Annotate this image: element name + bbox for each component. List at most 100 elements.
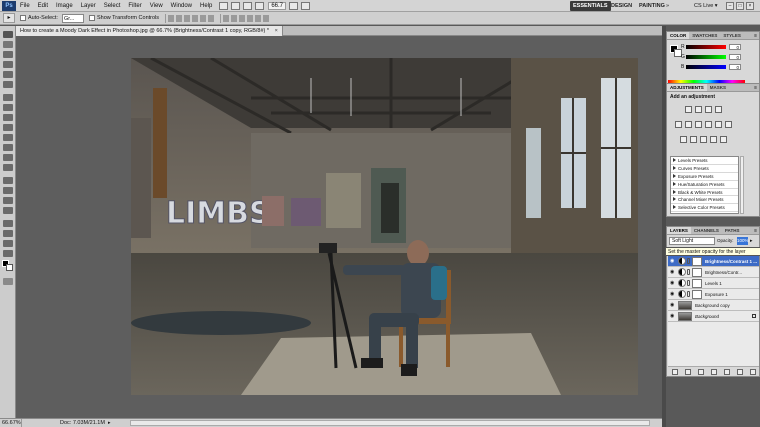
- 3d-orbit-tool-icon[interactable]: [3, 230, 13, 237]
- new-layer-icon[interactable]: [736, 368, 743, 375]
- layer-row-background[interactable]: ◉ Background: [668, 311, 759, 322]
- layer-row-levels-1[interactable]: ◉ Levels 1: [668, 278, 759, 289]
- close-document-icon[interactable]: ×: [275, 28, 278, 34]
- menu-window[interactable]: Window: [167, 0, 196, 12]
- menu-edit[interactable]: Edit: [34, 0, 52, 12]
- panel-menu-icon[interactable]: ≡: [754, 32, 759, 39]
- path-selection-tool-icon[interactable]: [3, 197, 13, 204]
- mask-link-icon[interactable]: [687, 258, 690, 264]
- presets-scrollbar[interactable]: [740, 156, 744, 214]
- zoom-level-dropdown[interactable]: 66.7: [268, 1, 287, 10]
- history-brush-tool-icon[interactable]: [3, 124, 13, 131]
- preset-selective-color[interactable]: Selective Color Presets: [671, 204, 738, 213]
- blue-slider[interactable]: [686, 65, 726, 69]
- align-hcenter-icon[interactable]: [200, 14, 207, 22]
- visibility-eye-icon[interactable]: ◉: [670, 269, 676, 275]
- tab-paths[interactable]: PATHS: [722, 227, 743, 234]
- threshold-icon[interactable]: [700, 136, 707, 143]
- mask-link-icon[interactable]: [687, 291, 690, 297]
- canvas-area[interactable]: LIMBS: [16, 36, 662, 418]
- auto-select-dropdown[interactable]: Gr...: [61, 13, 84, 23]
- selective-color-icon[interactable]: [720, 136, 727, 143]
- levels-icon[interactable]: [695, 106, 702, 113]
- green-slider[interactable]: [686, 55, 726, 59]
- horizontal-scrollbar[interactable]: [130, 420, 650, 426]
- tab-channels[interactable]: CHANNELS: [691, 227, 722, 234]
- blur-tool-icon[interactable]: [3, 154, 13, 161]
- close-window-button[interactable]: ×: [746, 2, 754, 10]
- arrange-documents-icon[interactable]: [289, 1, 299, 10]
- hue-saturation-icon[interactable]: [685, 121, 692, 128]
- layer-mask-thumbnail[interactable]: [692, 278, 702, 288]
- blend-mode-dropdown[interactable]: Soft Light: [669, 237, 715, 245]
- background-color-swatch[interactable]: [6, 264, 13, 271]
- distribute-vcenter-icon[interactable]: [231, 14, 238, 22]
- eraser-tool-icon[interactable]: [3, 134, 13, 141]
- shape-tool-icon[interactable]: [3, 207, 13, 214]
- document-tab[interactable]: How to create a Moody Dark Effect in Pho…: [16, 26, 283, 36]
- align-left-icon[interactable]: [192, 14, 199, 22]
- menu-select[interactable]: Select: [100, 0, 125, 12]
- align-right-icon[interactable]: [208, 14, 215, 22]
- clone-stamp-tool-icon[interactable]: [3, 114, 13, 121]
- mini-bridge-icon[interactable]: [231, 1, 241, 10]
- zoom-tool-icon[interactable]: [255, 1, 265, 10]
- visibility-eye-icon[interactable]: ◉: [670, 280, 676, 286]
- menu-layer[interactable]: Layer: [77, 0, 100, 12]
- distribute-hcenter-icon[interactable]: [255, 14, 262, 22]
- workspace-design[interactable]: DESIGN: [608, 1, 635, 11]
- visibility-eye-icon[interactable]: ◉: [670, 258, 676, 264]
- red-slider[interactable]: [686, 45, 726, 49]
- gradient-map-icon[interactable]: [710, 136, 717, 143]
- preset-levels[interactable]: Levels Presets: [671, 157, 738, 165]
- crop-tool-icon[interactable]: [3, 71, 13, 78]
- mask-link-icon[interactable]: [687, 269, 690, 275]
- move-tool-preset-icon[interactable]: ▸: [3, 13, 15, 23]
- posterize-icon[interactable]: [690, 136, 697, 143]
- preset-black-white[interactable]: Black & White Presets: [671, 189, 738, 197]
- panel-menu-icon[interactable]: ≡: [754, 227, 759, 234]
- distribute-left-icon[interactable]: [247, 14, 254, 22]
- zoom-tool-icon[interactable]: [3, 250, 13, 257]
- lasso-tool-icon[interactable]: [3, 51, 13, 58]
- healing-brush-tool-icon[interactable]: [3, 94, 13, 101]
- distribute-top-icon[interactable]: [223, 14, 230, 22]
- brush-tool-icon[interactable]: [3, 104, 13, 111]
- tab-color[interactable]: COLOR: [667, 32, 690, 39]
- opacity-slider-arrow-icon[interactable]: ▸: [750, 237, 753, 245]
- tab-masks[interactable]: MASKS: [707, 84, 729, 91]
- black-white-icon[interactable]: [705, 121, 712, 128]
- visibility-eye-icon[interactable]: ◉: [670, 313, 676, 319]
- visibility-eye-icon[interactable]: ◉: [670, 302, 676, 308]
- status-menu-arrow-icon[interactable]: ▸: [108, 419, 111, 427]
- gradient-tool-icon[interactable]: [3, 144, 13, 151]
- add-mask-icon[interactable]: [697, 368, 704, 375]
- preset-channel-mixer[interactable]: Channel Mixer Presets: [671, 196, 738, 205]
- trash-icon[interactable]: [749, 368, 756, 375]
- move-tool-icon[interactable]: [3, 31, 13, 38]
- menu-file[interactable]: File: [16, 0, 34, 12]
- layer-mask-thumbnail[interactable]: [692, 256, 702, 266]
- pen-tool-icon[interactable]: [3, 177, 13, 184]
- layer-row-brightness-contrast-1[interactable]: ◉ Brightness/Contr...: [668, 267, 759, 278]
- screen-mode-icon[interactable]: [301, 1, 311, 10]
- workspace-essentials[interactable]: ESSENTIALS: [570, 1, 611, 11]
- tab-swatches[interactable]: SWATCHES: [689, 32, 720, 39]
- hand-tool-icon[interactable]: [3, 240, 13, 247]
- align-bottom-icon[interactable]: [184, 14, 191, 22]
- minimize-button[interactable]: –: [726, 2, 734, 10]
- distribute-right-icon[interactable]: [263, 14, 270, 22]
- 3d-rotate-tool-icon[interactable]: [3, 220, 13, 227]
- quick-selection-tool-icon[interactable]: [3, 61, 13, 68]
- layer-mask-thumbnail[interactable]: [692, 289, 702, 299]
- vibrance-icon[interactable]: [675, 121, 682, 128]
- menu-filter[interactable]: Filter: [124, 0, 145, 12]
- menu-image[interactable]: Image: [52, 0, 77, 12]
- hand-tool-icon[interactable]: [243, 1, 253, 10]
- marquee-tool-icon[interactable]: [3, 41, 13, 48]
- photo-filter-icon[interactable]: [715, 121, 722, 128]
- document-canvas-photo[interactable]: LIMBS: [131, 58, 638, 395]
- preset-hue-saturation[interactable]: Hue/Saturation Presets: [671, 181, 738, 189]
- mask-link-icon[interactable]: [687, 280, 690, 286]
- layer-row-exposure-1[interactable]: ◉ Exposure 1: [668, 289, 759, 300]
